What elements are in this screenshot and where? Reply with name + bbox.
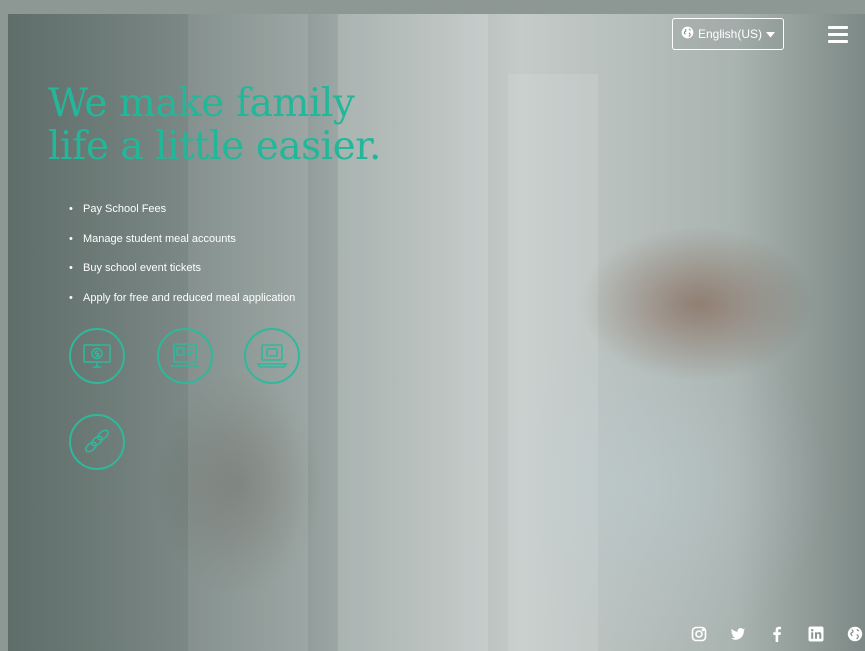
caret-down-icon (766, 27, 776, 41)
feature-item: Manage student meal accounts (69, 232, 295, 246)
instagram-icon[interactable] (691, 626, 707, 642)
event-ticket-laptop-icon[interactable] (244, 328, 300, 384)
hero-background: We make family life a little easier. Pay… (8, 14, 865, 651)
facebook-icon[interactable] (769, 626, 785, 642)
hero-headline: We make family life a little easier. (48, 82, 468, 168)
language-label: English(US) (697, 27, 763, 41)
feature-item: Apply for free and reduced meal applicat… (69, 291, 295, 305)
hamburger-menu-icon[interactable] (828, 26, 848, 44)
headline-line-1: We make family (48, 81, 355, 126)
school-fees-monitor-icon[interactable] (69, 328, 125, 384)
globe-icon (681, 26, 694, 42)
linkedin-icon[interactable] (808, 626, 824, 642)
meal-application-coins-icon[interactable] (69, 414, 125, 470)
feature-item: Buy school event tickets (69, 261, 295, 275)
headline-line-2: life a little easier. (48, 124, 381, 169)
globe-icon[interactable] (847, 626, 863, 642)
twitter-icon[interactable] (730, 626, 746, 642)
language-selector[interactable]: English(US) (672, 18, 784, 50)
meal-account-card-icon[interactable] (157, 328, 213, 384)
feature-list: Pay School Fees Manage student meal acco… (69, 202, 295, 320)
feature-item: Pay School Fees (69, 202, 295, 216)
background-window-light (508, 74, 598, 651)
